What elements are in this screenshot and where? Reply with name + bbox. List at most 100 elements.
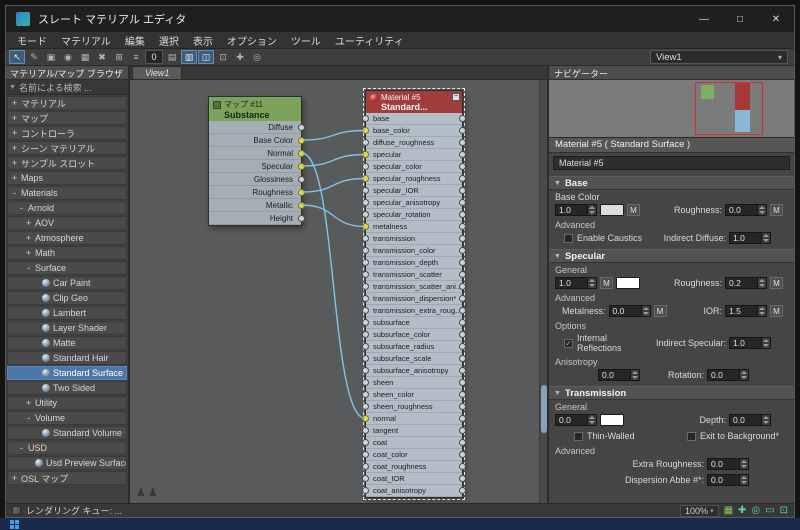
input-socket[interactable] xyxy=(362,451,369,458)
map-assign-button[interactable]: M xyxy=(653,305,667,317)
expand-toggle-icon[interactable]: - xyxy=(11,188,18,198)
numeric-spinner[interactable]: 1.0 xyxy=(729,337,771,349)
browser-item[interactable]: - Surface xyxy=(7,261,127,275)
output-socket[interactable] xyxy=(459,199,466,206)
spinner-value[interactable]: 0.0 xyxy=(556,415,587,425)
output-socket[interactable] xyxy=(459,211,466,218)
menu-item[interactable]: 表示 xyxy=(186,32,220,49)
zoom-level-dropdown[interactable]: 100% ▾ xyxy=(680,504,719,517)
output-socket[interactable] xyxy=(459,475,466,482)
scrollbar-thumb[interactable] xyxy=(541,385,547,433)
browser-item[interactable]: Lambert xyxy=(7,306,127,320)
numeric-spinner[interactable]: 0.0 xyxy=(598,369,640,381)
output-socket[interactable] xyxy=(298,162,305,170)
rollout-header[interactable]: ▼ Specular xyxy=(549,249,794,263)
spinner-arrows-icon[interactable] xyxy=(739,370,748,380)
input-socket[interactable] xyxy=(362,223,369,230)
output-socket[interactable] xyxy=(459,415,466,422)
browser-panel-title[interactable]: マテリアル/マップ ブラウザ xyxy=(6,66,128,80)
input-socket[interactable] xyxy=(362,343,369,350)
zoom-tool-button[interactable]: ◎ xyxy=(249,50,265,64)
browser-item[interactable]: Standard Surface xyxy=(7,366,127,380)
spinner-arrows-icon[interactable] xyxy=(739,459,748,469)
input-socket[interactable] xyxy=(362,415,369,422)
arrange-all-button[interactable]: ⊡ xyxy=(215,50,231,64)
output-socket[interactable] xyxy=(459,379,466,386)
footer-figure-icons[interactable]: ♟♟ xyxy=(136,486,160,499)
pan-tool-button[interactable]: ✚ xyxy=(232,50,248,64)
menu-item[interactable]: ユーティリティ xyxy=(328,32,411,49)
browser-item[interactable]: + マップ xyxy=(7,111,127,125)
output-socket[interactable] xyxy=(459,295,466,302)
substance-node-header[interactable]: マップ #11 Substance xyxy=(209,97,301,121)
output-socket[interactable] xyxy=(459,235,466,242)
numeric-spinner[interactable]: 0.2 xyxy=(725,277,767,289)
spinner-arrows-icon[interactable] xyxy=(630,370,639,380)
expand-toggle-icon[interactable]: + xyxy=(11,128,18,138)
input-socket[interactable] xyxy=(362,259,369,266)
numeric-spinner[interactable]: 1.0 xyxy=(729,232,771,244)
spinner-value[interactable]: 0.0 xyxy=(708,475,739,485)
input-socket[interactable] xyxy=(362,355,369,362)
input-socket[interactable] xyxy=(362,391,369,398)
input-socket[interactable] xyxy=(362,187,369,194)
output-socket[interactable] xyxy=(459,487,466,494)
expand-toggle-icon[interactable]: + xyxy=(11,158,18,168)
show-shaded-material-button[interactable]: ▣ xyxy=(43,50,59,64)
spinner-arrows-icon[interactable] xyxy=(587,415,596,425)
input-socket[interactable] xyxy=(362,283,369,290)
output-socket[interactable] xyxy=(298,201,305,209)
input-socket[interactable] xyxy=(362,427,369,434)
show-background-button[interactable]: ◉ xyxy=(60,50,76,64)
search-by-name-input[interactable]: ▼ 名前による検索 ... xyxy=(6,80,128,95)
delete-selected-button[interactable]: ✖ xyxy=(94,50,110,64)
browser-item[interactable]: - Arnold xyxy=(7,201,127,215)
expand-toggle-icon[interactable]: + xyxy=(25,218,32,228)
output-socket[interactable] xyxy=(459,403,466,410)
output-socket[interactable] xyxy=(298,214,305,222)
output-socket[interactable] xyxy=(459,271,466,278)
rollout-header[interactable]: ▼ Base xyxy=(549,176,794,190)
menu-item[interactable]: 選択 xyxy=(152,32,186,49)
output-socket[interactable] xyxy=(298,123,305,131)
numeric-spinner[interactable]: 0.0 xyxy=(707,458,749,470)
menu-item[interactable]: オプション xyxy=(220,32,284,49)
layout-vertical-button[interactable]: ▥ xyxy=(181,50,197,64)
input-socket[interactable] xyxy=(362,319,369,326)
map-assign-button[interactable]: M xyxy=(600,277,613,289)
expand-toggle-icon[interactable]: + xyxy=(11,98,18,108)
spinner-value[interactable]: 0.0 xyxy=(599,370,630,380)
output-socket[interactable] xyxy=(298,175,305,183)
edit-material-button[interactable]: ✎ xyxy=(26,50,42,64)
spinner-value[interactable]: 1.0 xyxy=(556,205,587,215)
output-socket[interactable] xyxy=(459,427,466,434)
input-socket[interactable] xyxy=(362,151,369,158)
graph-vertical-scrollbar[interactable] xyxy=(539,80,547,503)
windows-start-button[interactable] xyxy=(10,520,19,529)
title-bar[interactable]: スレート マテリアル エディタ — □ ✕ xyxy=(6,6,794,32)
output-socket[interactable] xyxy=(459,319,466,326)
numeric-spinner[interactable]: 0.0 xyxy=(555,414,597,426)
browser-item[interactable]: + マテリアル xyxy=(7,96,127,110)
numeric-spinner[interactable]: 0.0 xyxy=(729,414,771,426)
spinner-value[interactable]: 1.0 xyxy=(730,338,761,348)
output-socket[interactable] xyxy=(298,136,305,144)
output-socket[interactable] xyxy=(459,247,466,254)
pan-view-icon[interactable]: ✚ xyxy=(738,505,746,517)
material-name-field[interactable]: Material #5 xyxy=(553,156,790,170)
search-dropdown-icon[interactable]: ▼ xyxy=(9,84,16,91)
input-socket[interactable] xyxy=(362,211,369,218)
map-assign-button[interactable]: M xyxy=(627,204,640,216)
browser-item[interactable]: + OSL マップ xyxy=(7,471,127,485)
browser-item[interactable]: Layer Shader xyxy=(7,321,127,335)
layout-horizontal-button[interactable]: ▤ xyxy=(164,50,180,64)
maximize-button[interactable]: □ xyxy=(722,6,758,32)
numeric-spinner[interactable]: 0.0 xyxy=(707,474,749,486)
browser-item[interactable]: Standard Hair xyxy=(7,351,127,365)
output-socket[interactable] xyxy=(459,175,466,182)
checkbox-row[interactable]: Thin-Walled xyxy=(574,431,635,441)
output-socket[interactable] xyxy=(459,391,466,398)
output-socket[interactable] xyxy=(459,367,466,374)
expand-toggle-icon[interactable]: + xyxy=(25,248,32,258)
browser-item[interactable]: Matte xyxy=(7,336,127,350)
